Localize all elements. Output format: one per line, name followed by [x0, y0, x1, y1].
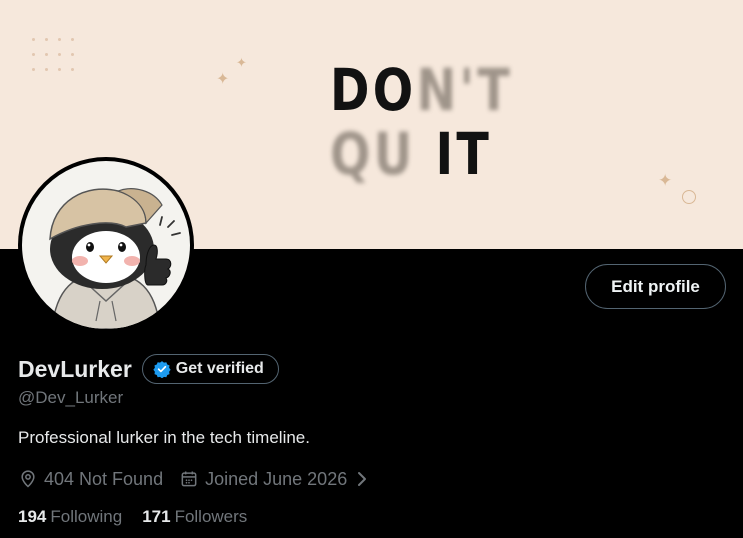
get-verified-button[interactable]: Get verified [141, 354, 279, 384]
location-text: 404 Not Found [44, 468, 164, 489]
following-count: 194 [18, 507, 47, 526]
name-row: DevLurker Get verified [18, 353, 279, 385]
avatar-image [22, 161, 190, 329]
chevron-right-icon [355, 470, 369, 488]
joined-item[interactable]: Joined June 2026 [179, 469, 369, 490]
location-pin-icon [18, 469, 38, 489]
calendar-icon [179, 469, 199, 489]
follow-stats: 194 Following 171 Followers [18, 507, 247, 527]
sparkle-icon: ✦ [236, 55, 247, 70]
profile-bio: Professional lurker in the tech timeline… [18, 428, 310, 447]
edit-profile-button[interactable]: Edit profile [585, 264, 726, 309]
banner-quote: DON'T QU IT [330, 56, 514, 188]
circle-decoration [682, 190, 696, 204]
followers-count: 171 [142, 507, 171, 526]
location-item: 404 Not Found [18, 469, 163, 490]
profile-meta: 404 Not Found Joined June 2026 [18, 467, 385, 491]
quote-line-1: DON'T [330, 56, 514, 124]
user-handle: @Dev_Lurker [18, 388, 124, 407]
following-link[interactable]: 194 Following [18, 507, 122, 527]
followers-link[interactable]: 171 Followers [142, 507, 247, 527]
sparkle-icon: ✦ [216, 71, 230, 88]
followers-label: Followers [174, 507, 248, 526]
get-verified-label: Get verified [175, 360, 264, 377]
following-label: Following [50, 507, 123, 526]
penguin-avatar-illustration [49, 188, 181, 329]
joined-text: Joined June 2026 [205, 468, 348, 489]
avatar[interactable] [18, 157, 194, 333]
verified-badge-icon [153, 360, 171, 378]
sparkle-icon: ✦ [658, 171, 673, 190]
dot-pattern-decoration [32, 38, 80, 78]
quote-line-2: QU IT [330, 120, 493, 188]
display-name: DevLurker [18, 355, 132, 382]
